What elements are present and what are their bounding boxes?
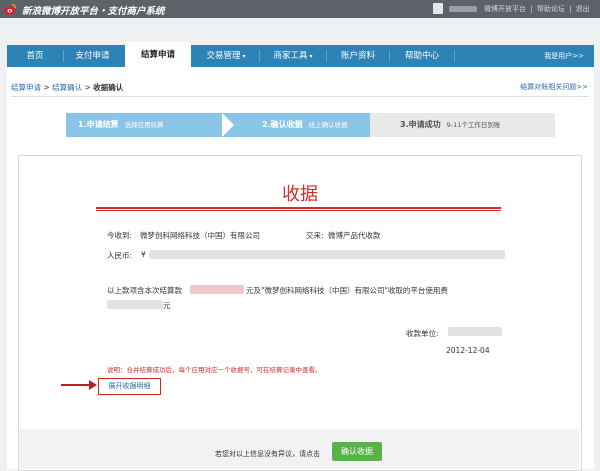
main-nav: 首页 支付申请 结算申请 交易管理 ▾ 商家工具 ▾ 账户资料 帮助中心 我是用户>… <box>7 42 594 67</box>
top-bar: 新浪微博开放平台・支付商户系统 微博开放平台 | 帮助论坛 | 退出 <box>0 0 600 18</box>
receipt-title-rule <box>96 210 501 211</box>
brand-title: 新浪微博开放平台・支付商户系统 <box>22 6 165 17</box>
payee-unit-label: 收款单位: <box>406 329 439 338</box>
avatar[interactable] <box>433 3 443 14</box>
settlement-note: 说明：合并结算成功后，每个应用对应一个收据号，可在结算记录中查看。 <box>107 366 322 374</box>
help-forum-link[interactable]: 帮助论坛 <box>537 5 565 13</box>
step-desc: 线上确认收据 <box>308 121 348 129</box>
receipt-title-rule <box>96 207 501 209</box>
confirm-prompt: 若您对以上信息没有异议，请点击 <box>215 450 320 458</box>
step-title: 2.确认收据 <box>262 120 303 129</box>
step-apply-success: 3.申请成功 9-11个工作日到账 <box>370 113 555 137</box>
payee-unit-redacted <box>448 327 502 336</box>
receipt-title: 收据 <box>282 184 318 205</box>
step-title: 1.申请结算 <box>78 120 119 129</box>
breadcrumb-settlement-confirm[interactable]: 结算确认 <box>52 83 82 92</box>
nav-divider <box>454 50 455 62</box>
content-mid: 元及"微梦创科网络科技（中国）有限公司"收取的平台使用费 <box>246 286 448 295</box>
settlement-faq-link[interactable]: 结算对账相关问题>> <box>520 82 588 92</box>
nav-item-merchant-tools[interactable]: 商家工具 ▾ <box>260 45 326 67</box>
receipt-date: 2012-12-04 <box>446 346 490 355</box>
step-arrow-gap <box>222 113 234 137</box>
breadcrumb-separator: > <box>43 83 50 92</box>
step-title: 3.申请成功 <box>400 120 441 129</box>
top-link-separator: | <box>569 5 572 13</box>
content-prefix: 以上款项含本次结算款 <box>107 286 182 295</box>
breadcrumb-separator: > <box>84 83 91 92</box>
annotation-arrow <box>61 384 91 386</box>
breadcrumb-settlement-apply[interactable]: 结算申请 <box>11 83 41 92</box>
arrow-right-icon <box>89 380 97 390</box>
nav-item-payment-apply[interactable]: 支付申请 <box>64 45 121 67</box>
nav-label: 交易管理 <box>206 51 241 61</box>
caret-down-icon: ▾ <box>309 53 313 60</box>
breadcrumb-current: 收据确认 <box>93 83 124 92</box>
username-redacted <box>449 6 477 12</box>
user-help-link[interactable]: 我是用户>> <box>544 45 584 67</box>
nav-item-home[interactable]: 首页 <box>7 45 63 67</box>
paid-for-label: 交来: <box>306 231 324 240</box>
expand-receipt-details-link[interactable]: 展开收据明细 <box>98 378 161 395</box>
top-links: 微博开放平台 | 帮助论坛 | 退出 <box>483 4 591 14</box>
weibo-open-platform-link[interactable]: 微博开放平台 <box>484 5 526 13</box>
top-link-separator: | <box>530 5 533 13</box>
breadcrumb: 结算申请 > 结算确认 > 收据确认 <box>11 82 123 93</box>
nav-item-help-center[interactable]: 帮助中心 <box>390 45 454 67</box>
step-desc: 选择应用结算 <box>124 121 164 129</box>
nav-label: 商家工具 <box>273 51 308 61</box>
paid-for-value: 微博产品代收款 <box>328 231 381 240</box>
received-from-label: 今收到: <box>107 231 133 240</box>
header-divider <box>11 96 589 97</box>
nav-item-settlement-apply[interactable]: 结算申请 <box>125 42 191 67</box>
platform-fee-redacted <box>107 300 163 309</box>
currency-symbol: ¥ <box>141 250 146 259</box>
received-from-value: 微梦创科网络科技（中国）有限公司 <box>140 231 260 240</box>
content-suffix: 元 <box>163 301 171 310</box>
weibo-logo-icon <box>4 3 17 15</box>
confirm-receipt-button[interactable]: 确认收据 <box>332 442 382 461</box>
step-desc: 9-11个工作日到账 <box>446 121 501 129</box>
amount-redacted <box>149 250 505 259</box>
step-apply-settlement: 1.申请结算 选择应用结算 <box>66 113 226 137</box>
nav-item-account-info[interactable]: 账户资料 <box>327 45 389 67</box>
nav-item-trade-manage[interactable]: 交易管理 ▾ <box>193 45 259 67</box>
caret-down-icon: ▾ <box>242 53 246 60</box>
logout-link[interactable]: 退出 <box>576 5 590 13</box>
settlement-amount-redacted <box>190 285 244 294</box>
amount-label: 人民币: <box>107 251 133 260</box>
